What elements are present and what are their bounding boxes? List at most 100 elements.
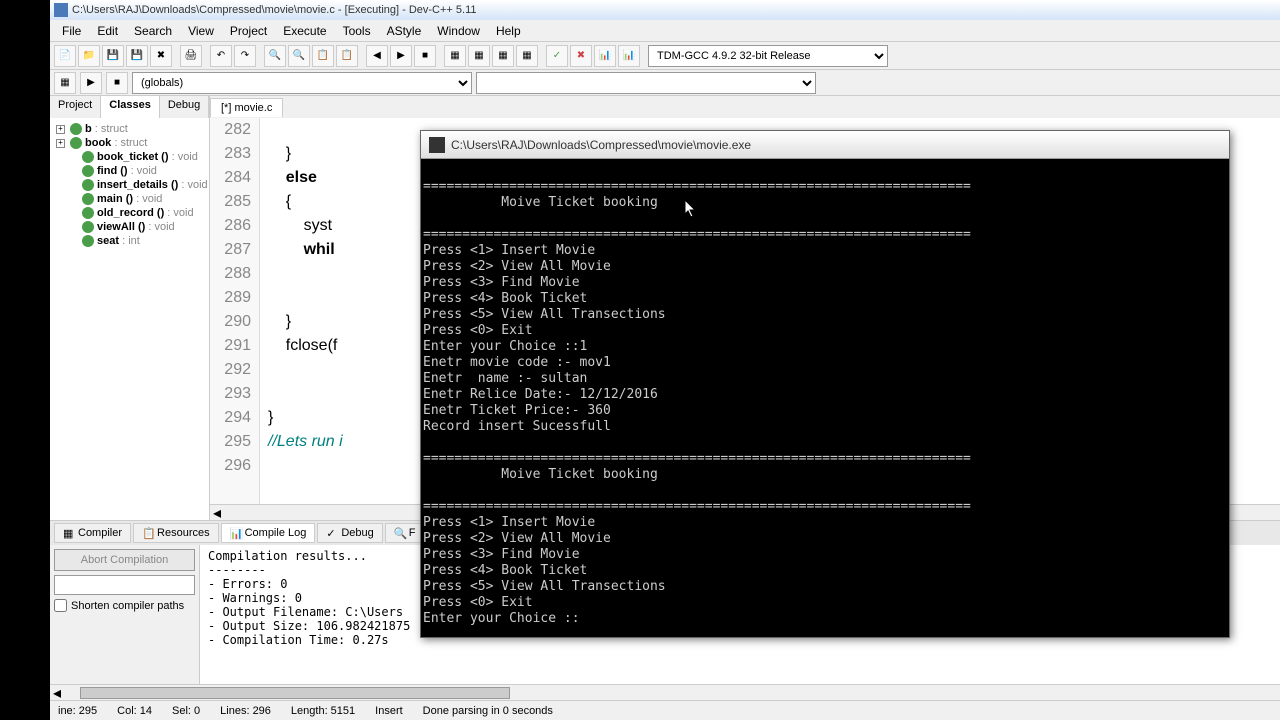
line-number: 296 bbox=[210, 454, 251, 478]
tab-debug-bottom[interactable]: ✓Debug bbox=[317, 523, 382, 543]
tb2-btn1[interactable]: ▦ bbox=[54, 72, 76, 94]
console-icon bbox=[429, 137, 445, 153]
tree-item[interactable]: main () : void bbox=[54, 192, 205, 206]
saveall-button[interactable]: 💾 bbox=[126, 45, 148, 67]
tree-item[interactable]: seat : int bbox=[54, 234, 205, 248]
member-icon bbox=[82, 179, 94, 191]
left-panel: Project Classes Debug +b : struct+book :… bbox=[50, 96, 210, 520]
replace-button[interactable]: 🔍 bbox=[288, 45, 310, 67]
console-titlebar[interactable]: C:\Users\RAJ\Downloads\Compressed\movie\… bbox=[421, 131, 1229, 159]
bookmark-button[interactable]: 📋 bbox=[336, 45, 358, 67]
forward-button[interactable]: ▶ bbox=[390, 45, 412, 67]
back-button[interactable]: ◀ bbox=[366, 45, 388, 67]
new-button[interactable]: 📄 bbox=[54, 45, 76, 67]
menu-bar: File Edit Search View Project Execute To… bbox=[50, 20, 1280, 42]
tab-project[interactable]: Project bbox=[50, 96, 101, 118]
menu-search[interactable]: Search bbox=[126, 22, 180, 40]
tab-classes[interactable]: Classes bbox=[101, 96, 160, 118]
tab-compiler[interactable]: ▦Compiler bbox=[54, 523, 131, 543]
status-line: ine: 295 bbox=[58, 705, 97, 717]
debug-icon: ✓ bbox=[326, 527, 338, 539]
undo-button[interactable]: ↶ bbox=[210, 45, 232, 67]
tree-label: main () : void bbox=[97, 193, 162, 205]
grid2-button[interactable]: ▦ bbox=[468, 45, 490, 67]
tree-label: insert_details () : void bbox=[97, 179, 208, 191]
status-col: Col: 14 bbox=[117, 705, 152, 717]
tree-item[interactable]: old_record () : void bbox=[54, 206, 205, 220]
open-button[interactable]: 📁 bbox=[78, 45, 100, 67]
print-button[interactable]: 🖨 bbox=[180, 45, 202, 67]
console-window[interactable]: C:\Users\RAJ\Downloads\Compressed\movie\… bbox=[420, 130, 1230, 638]
tree-label: find () : void bbox=[97, 165, 157, 177]
member-icon bbox=[70, 123, 82, 135]
menu-help[interactable]: Help bbox=[488, 22, 529, 40]
line-number: 283 bbox=[210, 142, 251, 166]
member-icon bbox=[82, 221, 94, 233]
globals-select[interactable]: (globals) bbox=[132, 72, 472, 94]
log-icon: 📊 bbox=[230, 527, 242, 539]
tree-label: old_record () : void bbox=[97, 207, 194, 219]
grid3-button[interactable]: ▦ bbox=[492, 45, 514, 67]
member-icon bbox=[82, 207, 94, 219]
grid4-button[interactable]: ▦ bbox=[516, 45, 538, 67]
console-output[interactable]: ========================================… bbox=[421, 159, 1229, 637]
menu-tools[interactable]: Tools bbox=[335, 22, 379, 40]
tb2-btn2[interactable]: ▶ bbox=[80, 72, 102, 94]
tree-item[interactable]: viewAll () : void bbox=[54, 220, 205, 234]
tree-item[interactable]: book_ticket () : void bbox=[54, 150, 205, 164]
abort-button[interactable]: Abort Compilation bbox=[54, 549, 195, 571]
chart2-button[interactable]: 📊 bbox=[618, 45, 640, 67]
menu-edit[interactable]: Edit bbox=[89, 22, 126, 40]
gutter: 2822832842852862872882892902912922932942… bbox=[210, 118, 260, 504]
chart-button[interactable]: 📊 bbox=[594, 45, 616, 67]
log-hscroll[interactable]: ◂ bbox=[50, 684, 1280, 700]
member-icon bbox=[82, 235, 94, 247]
expand-icon[interactable]: + bbox=[56, 139, 65, 148]
tree-item[interactable]: insert_details () : void bbox=[54, 178, 205, 192]
compiler-select[interactable]: TDM-GCC 4.9.2 32-bit Release bbox=[648, 45, 888, 67]
shorten-check[interactable]: Shorten compiler paths bbox=[54, 599, 195, 612]
tab-resources[interactable]: 📋Resources bbox=[133, 523, 219, 543]
grid1-button[interactable]: ▦ bbox=[444, 45, 466, 67]
member-icon bbox=[82, 151, 94, 163]
close-button[interactable]: ✖ bbox=[150, 45, 172, 67]
menu-project[interactable]: Project bbox=[222, 22, 275, 40]
class-tree[interactable]: +b : struct+book : structbook_ticket () … bbox=[50, 118, 209, 520]
tab-compilelog[interactable]: 📊Compile Log bbox=[221, 523, 316, 543]
line-number: 293 bbox=[210, 382, 251, 406]
tb2-btn3[interactable]: ■ bbox=[106, 72, 128, 94]
menu-file[interactable]: File bbox=[54, 22, 89, 40]
scroll-thumb[interactable] bbox=[80, 687, 510, 699]
file-tab-movie[interactable]: [*] movie.c bbox=[210, 98, 283, 117]
find-icon: 🔍 bbox=[394, 527, 406, 539]
tab-debug[interactable]: Debug bbox=[160, 96, 209, 118]
title-bar[interactable]: C:\Users\RAJ\Downloads\Compressed\movie\… bbox=[50, 0, 1280, 20]
status-length: Length: 5151 bbox=[291, 705, 355, 717]
expand-icon[interactable]: + bbox=[56, 125, 65, 134]
menu-window[interactable]: Window bbox=[429, 22, 488, 40]
menu-view[interactable]: View bbox=[180, 22, 222, 40]
status-lines: Lines: 296 bbox=[220, 705, 271, 717]
compile-input[interactable] bbox=[54, 575, 195, 595]
tree-item[interactable]: +book : struct bbox=[54, 136, 205, 150]
check-button[interactable]: ✓ bbox=[546, 45, 568, 67]
member-icon bbox=[70, 137, 82, 149]
menu-astyle[interactable]: AStyle bbox=[379, 22, 430, 40]
cancel-button[interactable]: ✖ bbox=[570, 45, 592, 67]
tree-item[interactable]: find () : void bbox=[54, 164, 205, 178]
line-number: 294 bbox=[210, 406, 251, 430]
tree-item[interactable]: +b : struct bbox=[54, 122, 205, 136]
tab-find[interactable]: 🔍F bbox=[385, 523, 425, 543]
line-number: 285 bbox=[210, 190, 251, 214]
goto-button[interactable]: 📋 bbox=[312, 45, 334, 67]
members-select[interactable] bbox=[476, 72, 816, 94]
redo-button[interactable]: ↷ bbox=[234, 45, 256, 67]
save-button[interactable]: 💾 bbox=[102, 45, 124, 67]
menu-execute[interactable]: Execute bbox=[275, 22, 334, 40]
stop-button[interactable]: ■ bbox=[414, 45, 436, 67]
tree-label: seat : int bbox=[97, 235, 140, 247]
tree-label: book_ticket () : void bbox=[97, 151, 198, 163]
shorten-checkbox[interactable] bbox=[54, 599, 67, 612]
line-number: 291 bbox=[210, 334, 251, 358]
find-button[interactable]: 🔍 bbox=[264, 45, 286, 67]
